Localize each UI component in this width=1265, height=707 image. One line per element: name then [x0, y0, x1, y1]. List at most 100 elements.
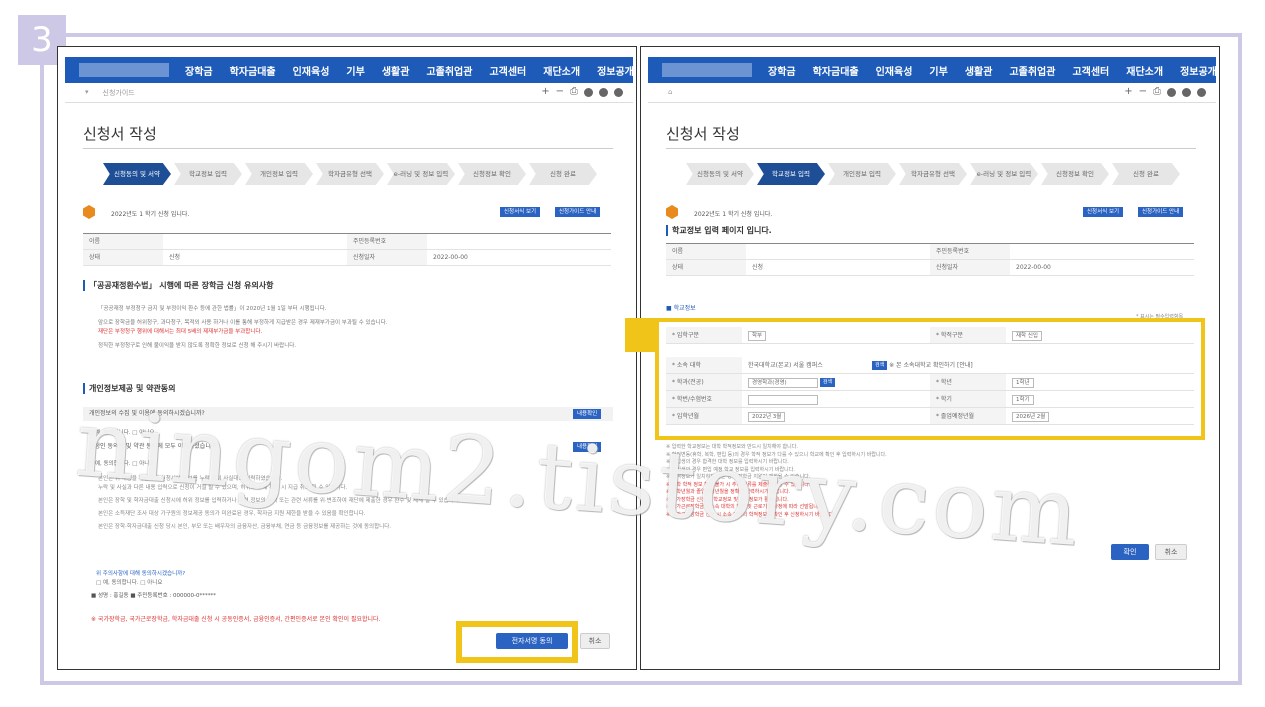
law-line: 앞으로 장학금을 허위청구, 과다청구, 목적외 사용 하거나 이를 통해 부정… [98, 320, 388, 326]
notice-icon [666, 205, 678, 219]
progress-step: 신청동의 및 서약 [103, 163, 171, 185]
top-nav: 장학금 학자금대출 인재육성 기부 생활관 고졸취업관 고객센터 재단소개 정보공개 [65, 57, 634, 83]
site-logo[interactable] [662, 63, 752, 77]
blog-icon[interactable] [1197, 87, 1206, 97]
pledge-line: 본인은 장학·학자금대출 신청 당시 본인, 부모 또는 배우자의 금융자산, … [98, 524, 392, 530]
agree-text: 신청인 동의서 및 약관 동의에 모두 이해하셨습니까? [89, 443, 220, 450]
progress-step: 신청 완료 [529, 163, 597, 185]
confirm-button[interactable]: 확인 [1111, 544, 1149, 560]
form-view-button[interactable]: 신청서식 보기 [1083, 207, 1124, 217]
progress-step: 신청정보 확인 [1041, 163, 1109, 185]
note-line: ※ 학적정보가 일치하지 않는 경우 장학금 지원이 제한될 수 있습니다. [666, 474, 811, 480]
nav-menu-item[interactable]: 생활관 [382, 63, 410, 78]
nav-menu-item[interactable]: 재단소개 [1126, 63, 1163, 78]
zoom-in-icon[interactable]: + [541, 87, 549, 97]
nav-menu-item[interactable]: 재단소개 [543, 63, 580, 78]
nav-menu-item[interactable]: 정보공개 [1180, 63, 1217, 78]
identity-line: ■ 성명 : 홍길동 ■ 주민등록번호 : 000000-0****** [91, 593, 216, 599]
pledge-line: 본인은 위 내용을 확인하여 신청서에 정보를 누락 없이 사실대로 입력하였습… [98, 476, 283, 482]
info-label: 이름 [666, 244, 746, 259]
progress-step: 신청동의 및 서약 [686, 163, 754, 185]
blog-icon[interactable] [614, 87, 623, 97]
nav-menu-item[interactable]: 장학금 [768, 63, 796, 78]
view-terms-button[interactable]: 내용확인 [573, 442, 602, 452]
page-title: 신청서 작성 [83, 125, 157, 143]
info-label: 주민등록번호 [930, 244, 1010, 259]
breadcrumb-select[interactable]: ▾ [85, 88, 89, 98]
agree-options-1[interactable]: □ 예, 동의합니다. □ 아니요 [88, 428, 154, 436]
nav-menu-item[interactable]: 기부 [346, 63, 364, 78]
note-line: ※ 국가근로장학금 신청 시 소속 대학의 학적정보를 확인 후 신청하시기 바… [666, 511, 835, 518]
print-icon[interactable]: ⎙ [570, 87, 578, 97]
nav-menu-item[interactable]: 장학금 [185, 63, 213, 78]
school-section-label: ■ 학교정보 [666, 305, 696, 312]
progress-step: e-러닝 및 정보 입력 [387, 163, 455, 185]
breadcrumb-item[interactable]: 신청가이드 [103, 88, 135, 98]
view-terms-button[interactable]: 내용확인 [573, 409, 602, 419]
nav-menu-item[interactable]: 고객센터 [489, 63, 526, 78]
nav-menu-item[interactable]: 고졸취업관 [1009, 63, 1055, 78]
nav-menu-item[interactable]: 고객센터 [1072, 63, 1109, 78]
pledge-text: 본인은 위 내용을 확인하여 신청서에 정보를 누락 없이 사실대로 입력하였습… [98, 475, 598, 532]
agree-question-1: 개인정보의 수집 및 이용에 동의하시겠습니까? 내용확인 [83, 407, 613, 421]
section-title-law: 「공공재정환수법」 시행에 따른 장학금 신청 유의사항 [83, 280, 273, 291]
cancel-button[interactable]: 취소 [1155, 544, 1187, 560]
zoom-out-icon[interactable]: − [1139, 87, 1147, 97]
info-label: 신청일자 [347, 250, 427, 265]
e-sign-agree-button[interactable]: 전자서명 동의 [496, 633, 568, 649]
progress-step: 학자금유형 선택 [316, 163, 384, 185]
info-value [1010, 244, 1194, 259]
progress-steps: 신청동의 및 서약 학교정보 입력 개인정보 입력 학자금유형 선택 e-러닝 및 정보… [686, 163, 1183, 185]
nav-menu-item[interactable]: 생활관 [965, 63, 993, 78]
home-icon[interactable]: ⌂ [668, 88, 672, 96]
guide-button[interactable]: 신청가이드 안내 [1138, 207, 1184, 217]
nav-menu-item[interactable]: 인재육성 [876, 63, 913, 78]
facebook-icon[interactable] [584, 87, 593, 97]
info-value: 신청 [169, 254, 181, 261]
info-label: 이름 [83, 234, 163, 249]
info-value: 신청 [752, 264, 764, 271]
guide-button[interactable]: 신청가이드 안내 [555, 207, 601, 217]
nav-menu: 장학금 학자금대출 인재육성 기부 생활관 고졸취업관 고객센터 재단소개 정보공개 [185, 63, 634, 78]
info-row: 상태 신청 신청일자 2022-00-00 [83, 250, 611, 266]
zoom-in-icon[interactable]: + [1124, 87, 1132, 97]
progress-step: 학교정보 입력 [174, 163, 242, 185]
agree-question-2: 신청인 동의서 및 약관 동의에 모두 이해하셨습니까? 내용확인 [83, 440, 613, 454]
agree-options-2[interactable]: □ 예, 동의합니다. □ 아니요 [88, 459, 154, 467]
twitter-icon[interactable] [1182, 87, 1191, 97]
zoom-out-icon[interactable]: − [556, 87, 564, 97]
left-screenshot: 장학금 학자금대출 인재육성 기부 생활관 고졸취업관 고객센터 재단소개 정보공개 ▾ 신청가… [57, 46, 637, 670]
pledge-question: 위 주의사항에 대해 동의하시겠습니까? [96, 571, 186, 577]
top-nav: 장학금 학자금대출 인재육성 기부 생활관 고졸취업관 고객센터 재단소개 정보공개 [648, 57, 1217, 83]
utility-icons: + − ⎙ [541, 87, 623, 97]
nav-menu-item[interactable]: 학자금대출 [230, 63, 276, 78]
cert-warning: ※ 국가장학금, 국가근로장학금, 학자금대출 신청 시 공동인증서, 금융인증… [91, 616, 381, 623]
applicant-info-table: 이름 주민등록번호 상태 신청 신청일자 2022-00-00 [83, 233, 611, 266]
nav-menu-item[interactable]: 고졸취업관 [426, 63, 472, 78]
nav-menu-item[interactable]: 학자금대출 [813, 63, 859, 78]
info-label: 상태 [666, 260, 746, 275]
nav-menu-item[interactable]: 기부 [929, 63, 947, 78]
title-divider [666, 148, 1196, 149]
note-line: ※ 국가근로장학금은 소속 대학의 학칙 및 근로기관 사정에 따라 선발됩니다… [666, 504, 825, 510]
nav-menu-item[interactable]: 정보공개 [597, 63, 634, 78]
print-icon[interactable]: ⎙ [1153, 87, 1161, 97]
note-line: ※ 국가장학금 신청 시 학교정보 및 소득정보가 활용됩니다. [666, 496, 789, 503]
info-label: 상태 [83, 250, 163, 265]
cancel-button[interactable]: 취소 [580, 633, 610, 649]
twitter-icon[interactable] [599, 87, 608, 97]
progress-step: e-러닝 및 정보 입력 [970, 163, 1038, 185]
pledge-options[interactable]: □ 예, 동의합니다. □ 아니요 [96, 578, 162, 586]
input-notes: ※ 입력한 학교정보는 대학 학적정보와 반드시 일치해야 합니다. ※ 학적변동… [666, 444, 1196, 519]
info-value [163, 234, 347, 249]
form-view-button[interactable]: 신청서식 보기 [500, 207, 541, 217]
notice-icon [83, 205, 95, 219]
info-row: 이름 주민등록번호 [83, 234, 611, 250]
nav-menu: 장학금 학자금대출 인재육성 기부 생활관 고졸취업관 고객센터 재단소개 정보공개 [768, 63, 1217, 78]
notice-bar: 2022년도 1 학기 신청 입니다. 신청서식 보기 신청가이드 안내 [83, 205, 611, 221]
facebook-icon[interactable] [1167, 87, 1176, 97]
nav-menu-item[interactable]: 인재육성 [293, 63, 330, 78]
site-logo[interactable] [79, 63, 169, 77]
notice-bar: 2022년도 1 학기 신청 입니다. 신청서식 보기 신청가이드 안내 [666, 205, 1194, 221]
progress-step: 개인정보 입력 [828, 163, 896, 185]
